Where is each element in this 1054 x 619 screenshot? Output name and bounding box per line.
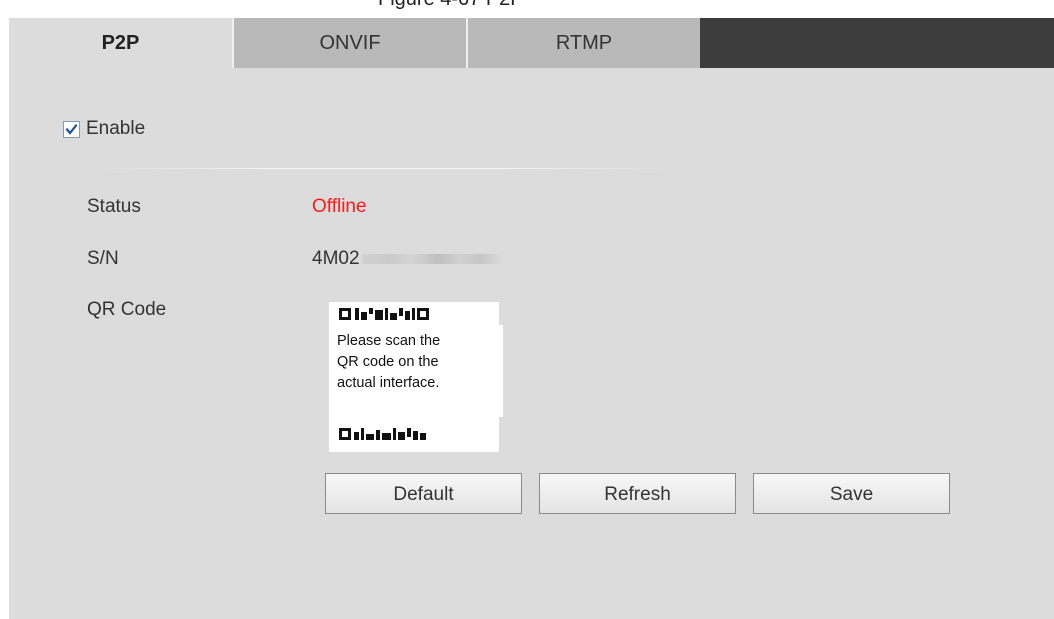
figure-caption-text: Figure 4-67 P2P xyxy=(378,0,524,11)
status-label: Status xyxy=(87,196,141,217)
enable-checkbox[interactable] xyxy=(63,120,80,138)
qr-note-line-2: QR code on the xyxy=(337,354,439,370)
tab-p2p[interactable]: P2P xyxy=(9,18,232,68)
sn-redacted-blur xyxy=(361,253,502,264)
tab-bar: P2P ONVIF RTMP xyxy=(9,18,1054,68)
refresh-button[interactable]: Refresh xyxy=(539,473,736,514)
sn-value: 4M02 xyxy=(312,248,502,270)
save-button[interactable]: Save xyxy=(753,473,950,514)
figure-caption: Figure 4-67 P2P xyxy=(0,0,1054,18)
qr-note-line-1: Please scan the xyxy=(337,333,441,349)
status-value: Offline xyxy=(312,196,367,217)
qr-placeholder-note: Please scan the QR code on the actual in… xyxy=(333,325,503,417)
p2p-settings-panel: P2P ONVIF RTMP Enable Status Offline S/N… xyxy=(9,18,1054,619)
sn-label: S/N xyxy=(87,248,119,269)
enable-label: Enable xyxy=(86,118,146,139)
qr-pattern-top xyxy=(339,308,429,320)
tab-rtmp[interactable]: RTMP xyxy=(466,18,700,68)
enable-row: Enable xyxy=(63,117,145,141)
checkmark-icon xyxy=(65,123,78,135)
section-divider xyxy=(89,168,679,169)
qr-pattern-bottom xyxy=(339,428,426,440)
default-button[interactable]: Default xyxy=(325,473,522,514)
qr-note-line-3: actual interface. xyxy=(337,375,440,391)
qr-code-image: Please scan the QR code on the actual in… xyxy=(329,302,503,452)
sn-value-text: 4M02 xyxy=(312,248,360,269)
qr-code-label: QR Code xyxy=(87,299,167,320)
tab-onvif[interactable]: ONVIF xyxy=(232,18,466,68)
